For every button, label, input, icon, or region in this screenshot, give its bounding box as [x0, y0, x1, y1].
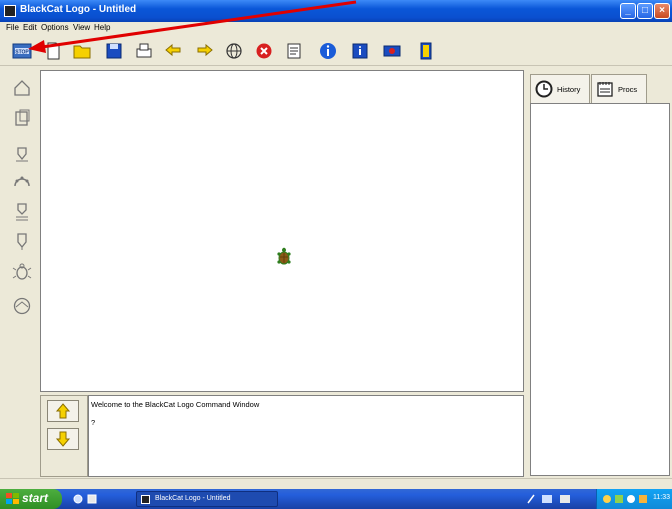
tray-update-icon[interactable]	[639, 495, 647, 503]
history-down-button[interactable]	[47, 428, 79, 450]
menu-edit[interactable]: Edit	[23, 23, 37, 32]
maximize-button[interactable]: □	[637, 3, 653, 19]
pen-color-icon[interactable]	[12, 172, 32, 192]
blackcat-app-icon	[141, 495, 150, 504]
tab-procs[interactable]: Procs	[591, 74, 647, 104]
menu-bar: File Edit Options View Help	[0, 22, 672, 35]
history-list[interactable]	[530, 103, 670, 476]
menu-file[interactable]: File	[6, 23, 19, 32]
status-bar	[0, 478, 672, 488]
help-icon[interactable]	[350, 41, 370, 61]
menu-options[interactable]: Options	[41, 23, 69, 32]
notepad-icon	[597, 82, 613, 97]
clear-icon[interactable]	[12, 108, 32, 128]
quick-launch-icons[interactable]	[72, 493, 102, 505]
drawing-canvas[interactable]	[40, 70, 524, 392]
exit-icon[interactable]	[416, 41, 436, 61]
save-icon[interactable]	[104, 41, 124, 61]
start-label: start	[22, 491, 49, 505]
info-icon[interactable]	[318, 41, 338, 61]
turtle-cursor-icon	[277, 247, 291, 265]
stop-icon[interactable]: STOP	[12, 41, 32, 61]
new-icon[interactable]	[43, 41, 63, 61]
taskbar-item-blackcat[interactable]: BlackCat Logo - Untitled	[136, 491, 278, 507]
toolbar-tray-icons[interactable]	[524, 492, 586, 506]
pen-down-icon[interactable]	[12, 202, 32, 222]
tray-security-icon[interactable]	[627, 495, 635, 503]
arrow-up-icon	[55, 403, 71, 419]
turtle-toolbox	[6, 70, 38, 478]
print-icon[interactable]	[134, 41, 154, 61]
arrow-down-icon	[55, 431, 71, 447]
tray-network-icon[interactable]	[603, 495, 611, 503]
taskbar-clock[interactable]: 11:33	[653, 494, 670, 501]
globe-icon[interactable]	[224, 41, 244, 61]
taskbar-item-label: BlackCat Logo - Untitled	[155, 495, 231, 502]
right-panel: History Procs	[526, 70, 672, 478]
title-bar: BlackCat Logo - Untitled _ □ ×	[0, 0, 672, 22]
windows-taskbar: start BlackCat Logo - Untitled 11:33	[0, 489, 672, 509]
command-window[interactable]: Welcome to the BlackCat Logo Command Win…	[88, 395, 524, 477]
main-toolbar: STOP	[0, 36, 672, 66]
svg-text:STOP: STOP	[15, 50, 29, 56]
menu-view[interactable]: View	[73, 23, 90, 32]
turtle-icon[interactable]	[12, 262, 32, 282]
tab-history-label: History	[557, 85, 581, 94]
tray-volume-icon[interactable]	[615, 495, 623, 503]
start-button[interactable]: start	[0, 489, 62, 509]
home-icon[interactable]	[12, 78, 32, 98]
blackcat-app-icon[interactable]	[4, 5, 16, 17]
menu-help[interactable]: Help	[94, 23, 110, 32]
notepad-icon[interactable]	[284, 41, 304, 61]
undo-icon[interactable]	[164, 41, 184, 61]
redo-icon[interactable]	[194, 41, 214, 61]
command-history-nav	[40, 395, 88, 477]
system-tray: 11:33	[596, 489, 672, 509]
open-folder-icon[interactable]	[72, 41, 92, 61]
history-up-button[interactable]	[47, 400, 79, 422]
pen-erase-icon[interactable]	[12, 232, 32, 252]
close-button[interactable]: ×	[654, 3, 670, 19]
compass-icon[interactable]	[12, 296, 32, 316]
tab-procs-label: Procs	[618, 85, 638, 94]
cancel-icon[interactable]	[254, 41, 274, 61]
tab-history[interactable]: History	[530, 74, 590, 104]
welcome-message: Welcome to the BlackCat Logo Command Win…	[91, 400, 260, 409]
command-prompt[interactable]: ?	[91, 418, 521, 427]
clock-icon	[535, 80, 553, 98]
monitor-icon[interactable]	[382, 41, 402, 61]
minimize-button[interactable]: _	[620, 3, 636, 19]
windows-logo-icon	[6, 493, 19, 504]
pen-up-icon[interactable]	[12, 144, 32, 164]
window-title: BlackCat Logo - Untitled	[20, 4, 137, 15]
